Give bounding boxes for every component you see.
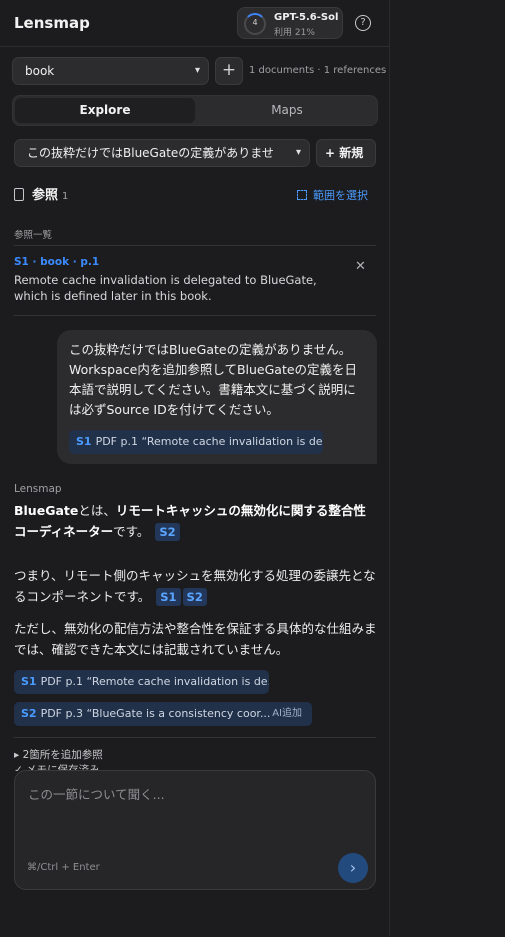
reference-list-label: 参照一覧 (14, 230, 53, 241)
divider (14, 737, 376, 738)
chevron-down-icon: ▾ (194, 65, 200, 76)
header: Lensmap 4 GPT-5.6-Sol 利用 21% ? (0, 0, 390, 47)
document-icon (14, 188, 24, 201)
divider (14, 245, 376, 246)
additional-references-toggle[interactable]: ▸ 2箇所を追加参照 (14, 747, 103, 762)
question-input[interactable] (16, 772, 374, 848)
model-usage: 利用 21% (274, 28, 315, 38)
shortcut-hint: ⌘/Ctrl + Enter (27, 862, 100, 873)
usage-ring-icon: 4 (244, 13, 266, 35)
references-heading: 参照 1 (14, 184, 69, 203)
references-count: 1 (62, 191, 69, 202)
model-selector[interactable]: 4 GPT-5.6-Sol 利用 21% (237, 7, 343, 39)
source-badge[interactable]: S1 (156, 588, 181, 606)
reference-text: Remote cache invalidation is delegated t… (14, 273, 317, 303)
model-name: GPT-5.6-Sol (274, 12, 339, 23)
citation-chip[interactable]: S1 PDF p.1 “Remote cache invalidation is … (14, 670, 269, 694)
chevron-down-icon: ▾ (295, 147, 301, 158)
source-badge[interactable]: S2 (182, 588, 207, 606)
answer-text: とは、 (78, 503, 116, 518)
divider (14, 315, 376, 316)
tab-maps[interactable]: Maps (197, 98, 377, 123)
citation-source-id: S2 (21, 707, 37, 720)
citation-source-id: S1 (21, 675, 37, 688)
citation-text: PDF p.3 “BlueGate is a consistency coor.… (40, 707, 271, 720)
user-message-text: この抜粋だけではBlueGateの定義がありません。Workspace内を追加参… (69, 342, 358, 417)
conversation-select-value: この抜粋だけではBlueGateの定義がありませ (27, 146, 274, 160)
citation-text: PDF p.1 “Remote cache invalidation is de… (95, 435, 323, 448)
new-conversation-button[interactable]: + 新規 (316, 139, 376, 167)
user-message-bubble: この抜粋だけではBlueGateの定義がありません。Workspace内を追加参… (57, 330, 377, 464)
view-tabs: Explore Maps (12, 95, 378, 126)
close-icon[interactable]: ✕ (355, 259, 366, 274)
answer-paragraph: BlueGateとは、リモートキャッシュの無効化に関する整合性コーディネーターで… (14, 500, 378, 542)
answer-text: です。 (113, 524, 150, 539)
answer-paragraph: ただし、無効化の配信方法や整合性を保証する具体的な仕組みまでは、確認できた本文に… (14, 621, 377, 657)
book-select[interactable]: book ▾ (12, 57, 209, 85)
source-badge[interactable]: S2 (155, 523, 180, 541)
select-range-label: 範囲を選択 (313, 189, 368, 202)
side-panel: Lensmap 4 GPT-5.6-Sol 利用 21% ? book ▾ + … (0, 0, 390, 937)
citation-chip[interactable]: S2 PDF p.3 “BlueGate is a consistency coo… (14, 702, 312, 726)
answer-paragraph: つまり、リモート側のキャッシュを無効化する処理の委譲先となるコンポーネントです。… (14, 565, 378, 607)
select-range-button[interactable]: 範囲を選択 (297, 187, 368, 203)
help-icon[interactable]: ? (355, 15, 371, 31)
tab-explore[interactable]: Explore (15, 98, 195, 123)
composer: ⌘/Ctrl + Enter › (14, 770, 376, 890)
answer-term: BlueGate (14, 503, 79, 518)
conversation-select[interactable]: この抜粋だけではBlueGateの定義がありませ ▾ (14, 139, 310, 167)
citation-chip[interactable]: S1 PDF p.1 “Remote cache invalidation is … (69, 430, 323, 454)
assistant-label: Lensmap (14, 483, 62, 495)
document-counts: 1 documents · 1 references (249, 65, 387, 76)
send-button[interactable]: › (338, 853, 368, 883)
app-title: Lensmap (14, 14, 90, 32)
references-title: 参照 (32, 188, 59, 203)
book-select-value: book (25, 64, 55, 78)
citation-text: PDF p.1 “Remote cache invalidation is de… (40, 675, 269, 688)
usage-ring-number: 4 (252, 18, 258, 27)
reference-id[interactable]: S1 · book · p.1 (14, 256, 99, 268)
citation-source-id: S1 (76, 435, 92, 448)
add-document-button[interactable]: + (215, 57, 243, 85)
ai-added-tag: AI追加 (272, 708, 302, 719)
selection-frame-icon (297, 190, 307, 200)
